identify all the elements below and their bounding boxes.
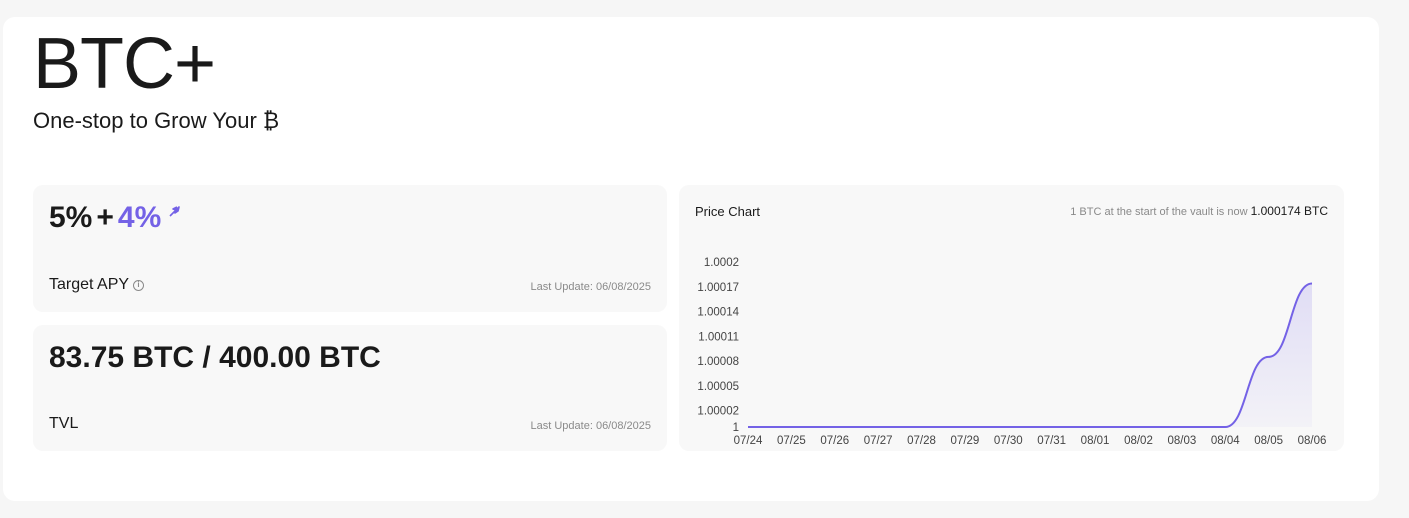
y-tick-label: 1.00005 bbox=[697, 381, 739, 393]
y-tick-label: 1.00014 bbox=[697, 307, 739, 319]
tvl-last-update: Last Update: 06/08/2025 bbox=[530, 420, 651, 432]
page-title: BTC+ bbox=[33, 24, 216, 104]
x-tick-label: 08/05 bbox=[1254, 435, 1283, 447]
y-tick-label: 1.0002 bbox=[704, 257, 739, 269]
x-tick-label: 07/25 bbox=[777, 435, 806, 447]
page-subtitle: One-stop to Grow Your ₿ bbox=[33, 108, 280, 133]
tvl-label: TVL bbox=[49, 415, 79, 432]
x-tick-label: 07/26 bbox=[820, 435, 849, 447]
x-tick-label: 07/30 bbox=[994, 435, 1023, 447]
tvl-value: 83.75 BTC / 400.00 BTC bbox=[49, 341, 381, 374]
x-tick-label: 08/02 bbox=[1124, 435, 1153, 447]
price-line bbox=[747, 282, 1313, 428]
x-tick-label: 08/01 bbox=[1081, 435, 1110, 447]
apy-label-row: Target APY i bbox=[49, 276, 145, 294]
x-tick-label: 07/28 bbox=[907, 435, 936, 447]
y-tick-label: 1.00002 bbox=[697, 406, 739, 418]
x-tick-label: 07/24 bbox=[734, 435, 763, 447]
apy-plus: + bbox=[96, 201, 114, 234]
price-chart-card: Price Chart 1 BTC at the start of the va… bbox=[679, 185, 1344, 451]
info-icon[interactable]: i bbox=[133, 279, 145, 291]
y-tick-label: 1.00011 bbox=[698, 331, 739, 343]
apy-value: 5% + 4% bbox=[49, 201, 181, 235]
apy-last-update: Last Update: 06/08/2025 bbox=[530, 281, 651, 293]
x-tick-label: 07/29 bbox=[951, 435, 980, 447]
apy-boost: 4% bbox=[117, 201, 162, 234]
apy-label: Target APY bbox=[49, 276, 130, 293]
y-tick-label: 1.00017 bbox=[697, 282, 739, 294]
price-chart: 1 1.00002 1.00005 1.00008 1.00011 1.00014 1.00… bbox=[697, 257, 1327, 447]
x-tick-label: 08/04 bbox=[1211, 435, 1240, 447]
x-tick-label: 08/06 bbox=[1298, 435, 1327, 447]
apy-card: 5% + 4% Target APY i Last Update: 06/08/… bbox=[33, 185, 667, 312]
tvl-card: 83.75 BTC / 400.00 BTC TVL Last Update: … bbox=[33, 325, 667, 451]
x-tick-label: 08/03 bbox=[1167, 435, 1196, 447]
y-tick-label: 1.00008 bbox=[697, 356, 739, 368]
x-tick-label: 07/27 bbox=[864, 435, 893, 447]
apy-base: 5% bbox=[49, 201, 93, 234]
y-tick-label: 1 bbox=[733, 422, 739, 434]
price-area bbox=[748, 283, 1312, 427]
rocket-icon bbox=[169, 206, 181, 217]
x-tick-label: 07/31 bbox=[1037, 435, 1066, 447]
